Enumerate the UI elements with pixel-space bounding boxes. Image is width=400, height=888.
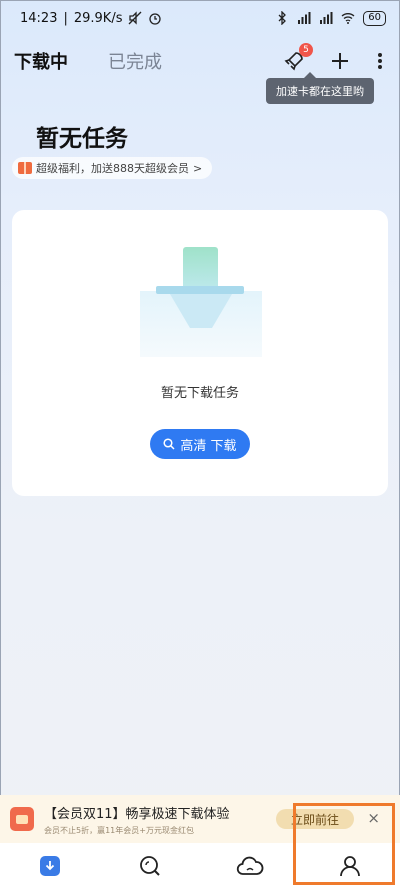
download-icon <box>40 855 60 876</box>
hd-download-label: 高清 下载 <box>180 438 237 454</box>
wifi-icon <box>341 13 355 24</box>
empty-card: 暂无下载任务 高清 下载 <box>12 210 388 496</box>
empty-tray-illustration <box>140 247 262 357</box>
bottom-nav <box>0 843 400 888</box>
empty-card-text: 暂无下载任务 <box>160 386 239 401</box>
promo-pill[interactable]: 超级福利，加送888天超级会员 > <box>12 157 213 179</box>
battery-indicator: 60 <box>363 10 386 26</box>
empty-title: 暂无任务 <box>36 126 128 152</box>
status-time: 14:23 <box>20 10 58 26</box>
signal-icon <box>298 12 311 24</box>
banner-title: 【会员双11】畅享极速下载体验 <box>44 806 230 822</box>
speedup-button[interactable]: 5 <box>282 43 313 73</box>
profile-icon <box>340 855 360 876</box>
speedup-tooltip: 加速卡都在这里哟 <box>266 72 374 104</box>
nav-profile[interactable] <box>300 843 400 888</box>
search-icon <box>140 855 160 876</box>
signal-icon-2 <box>320 12 333 24</box>
tab-downloading[interactable]: 下载中 <box>14 48 68 74</box>
more-menu-button[interactable] <box>374 49 386 73</box>
go-now-button[interactable]: 立即前往 <box>276 809 354 829</box>
top-header: 下载中 已完成 5 <box>0 40 400 82</box>
more-vertical-icon <box>378 53 382 69</box>
cloud-icon <box>236 856 264 875</box>
nav-download[interactable] <box>0 843 100 888</box>
nav-cloud[interactable] <box>200 843 300 888</box>
close-icon[interactable]: × <box>367 809 380 827</box>
banner-subtitle: 会员不止5折，赢11年会员+万元现金红包 <box>44 825 194 835</box>
notification-badge: 5 <box>299 43 313 57</box>
promo-banner[interactable]: 【会员双11】畅享极速下载体验 会员不止5折，赢11年会员+万元现金红包 立即前… <box>0 795 400 843</box>
bluetooth-icon <box>278 11 287 25</box>
plus-icon <box>332 53 348 69</box>
search-icon <box>163 438 175 450</box>
gift-icon <box>18 162 32 174</box>
status-bar: 14:23 | 29.9K/s 60 <box>0 0 400 36</box>
alarm-icon <box>149 13 162 25</box>
gift-box-icon <box>10 807 34 831</box>
hd-download-button[interactable]: 高清 下载 <box>150 429 250 459</box>
promo-text: 超级福利，加送888天超级会员 <box>36 162 189 175</box>
mute-icon <box>129 11 142 25</box>
nav-search[interactable] <box>100 843 200 888</box>
chevron-right-icon: > <box>193 161 203 175</box>
status-speed: 29.9K/s <box>73 10 123 26</box>
add-task-button[interactable] <box>328 49 352 73</box>
tab-completed[interactable]: 已完成 <box>108 48 162 74</box>
